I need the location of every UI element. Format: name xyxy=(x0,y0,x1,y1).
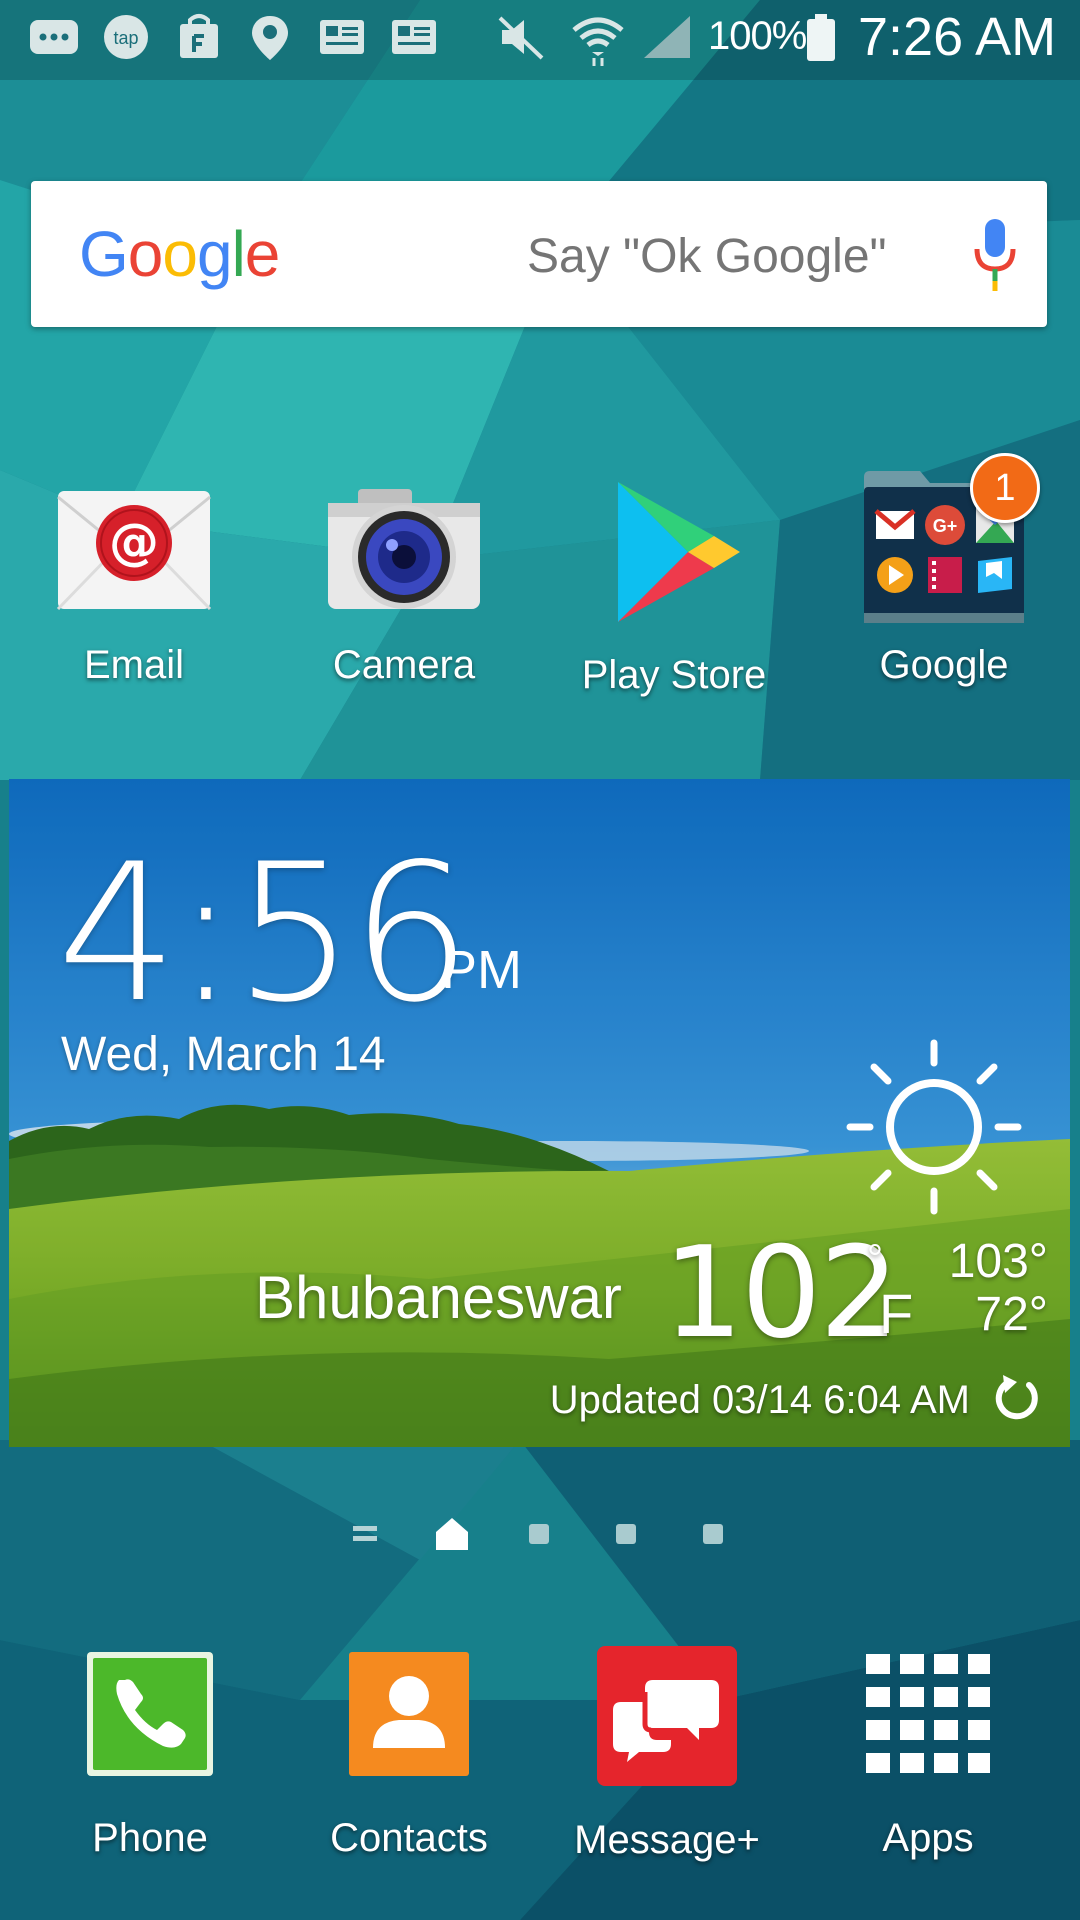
dock-apps[interactable]: Apps xyxy=(808,1652,1048,1861)
apps-grid-icon xyxy=(864,1652,992,1776)
weather-updated-text: Updated 03/14 6:04 AM xyxy=(549,1378,970,1422)
widget-clock-ampm: PM xyxy=(441,940,522,1000)
dock-message-plus[interactable]: Message+ xyxy=(547,1644,787,1863)
google-logo-letter: o xyxy=(162,218,198,290)
google-folder-icon: G+ 1 xyxy=(862,453,1040,625)
search-hint: Say "Ok Google" xyxy=(527,230,887,283)
signal-icon xyxy=(640,12,696,62)
phone-icon xyxy=(85,1650,215,1778)
sun-icon xyxy=(844,1037,1024,1217)
google-logo-letter: e xyxy=(244,218,281,290)
status-bar: tap 100% 7:26 AM xyxy=(0,0,1080,75)
refresh-icon[interactable] xyxy=(989,1373,1041,1425)
message-icon xyxy=(595,1644,739,1788)
app-google-folder[interactable]: G+ 1 Google xyxy=(829,453,1059,688)
menu-page-indicator[interactable] xyxy=(345,1512,385,1556)
battery-icon xyxy=(804,12,838,62)
news-icon xyxy=(390,12,438,62)
tap-icon: tap xyxy=(100,12,152,62)
play-store-icon xyxy=(604,480,744,625)
google-logo-letter: o xyxy=(127,218,164,290)
weather-city: Bhubaneswar xyxy=(255,1264,622,1331)
svg-text:G+: G+ xyxy=(933,516,958,536)
google-logo-letter: l xyxy=(231,218,246,290)
app-label: Email xyxy=(83,643,185,687)
page-indicator[interactable] xyxy=(519,1512,559,1556)
dock-label: Apps xyxy=(882,1816,974,1860)
dock-contacts[interactable]: Contacts xyxy=(289,1650,529,1861)
google-logo: Google xyxy=(79,217,281,291)
widget-clock-time: 4:56 xyxy=(57,823,472,1044)
location-icon xyxy=(248,12,292,62)
dock-label: Contacts xyxy=(330,1816,488,1860)
weather-low: 72° xyxy=(975,1288,1048,1341)
app-camera[interactable]: Camera xyxy=(289,485,519,688)
app-email[interactable]: @ Email xyxy=(19,485,249,688)
dock-label: Phone xyxy=(92,1816,208,1860)
google-logo-letter: g xyxy=(196,218,233,290)
svg-text:tap: tap xyxy=(113,28,138,48)
weather-high: 103° xyxy=(948,1235,1048,1288)
google-logo-letter: G xyxy=(79,218,129,290)
status-clock: 7:26 AM xyxy=(858,7,1057,67)
dock-label: Message+ xyxy=(574,1818,760,1862)
chat-icon xyxy=(28,12,80,62)
home-page-indicator[interactable] xyxy=(432,1512,472,1556)
weather-degree-symbol: ° xyxy=(867,1237,883,1281)
weather-unit: F xyxy=(879,1282,914,1345)
svg-text:@: @ xyxy=(109,513,159,571)
home-screen: tap 100% 7:26 AM Google Say "Ok Google" … xyxy=(0,0,1080,1920)
camera-icon xyxy=(324,485,484,615)
wifi-icon xyxy=(570,12,626,66)
weather-temperature: 102 xyxy=(663,1219,899,1366)
app-label: Google xyxy=(879,643,1009,687)
mute-icon xyxy=(496,12,548,62)
widget-date: Wed, March 14 xyxy=(61,1028,386,1081)
email-icon: @ xyxy=(54,485,214,615)
contacts-icon xyxy=(347,1650,471,1778)
dock-phone[interactable]: Phone xyxy=(30,1650,270,1861)
page-indicator[interactable] xyxy=(606,1512,646,1556)
app-label: Camera xyxy=(332,643,476,687)
google-search-bar[interactable]: Google Say "Ok Google" xyxy=(31,181,1047,327)
page-indicator[interactable] xyxy=(693,1512,733,1556)
news-icon xyxy=(318,12,366,62)
microphone-icon[interactable] xyxy=(969,217,1021,297)
shopping-bag-icon xyxy=(176,12,222,62)
notification-badge: 1 xyxy=(970,453,1040,523)
app-play-store[interactable]: Play Store xyxy=(559,480,789,698)
battery-percent: 100% xyxy=(708,14,807,58)
app-label: Play Store xyxy=(581,653,767,697)
weather-clock-widget[interactable]: 4:56 PM Wed, March 14 Bhubaneswar 102 ° xyxy=(9,779,1070,1447)
